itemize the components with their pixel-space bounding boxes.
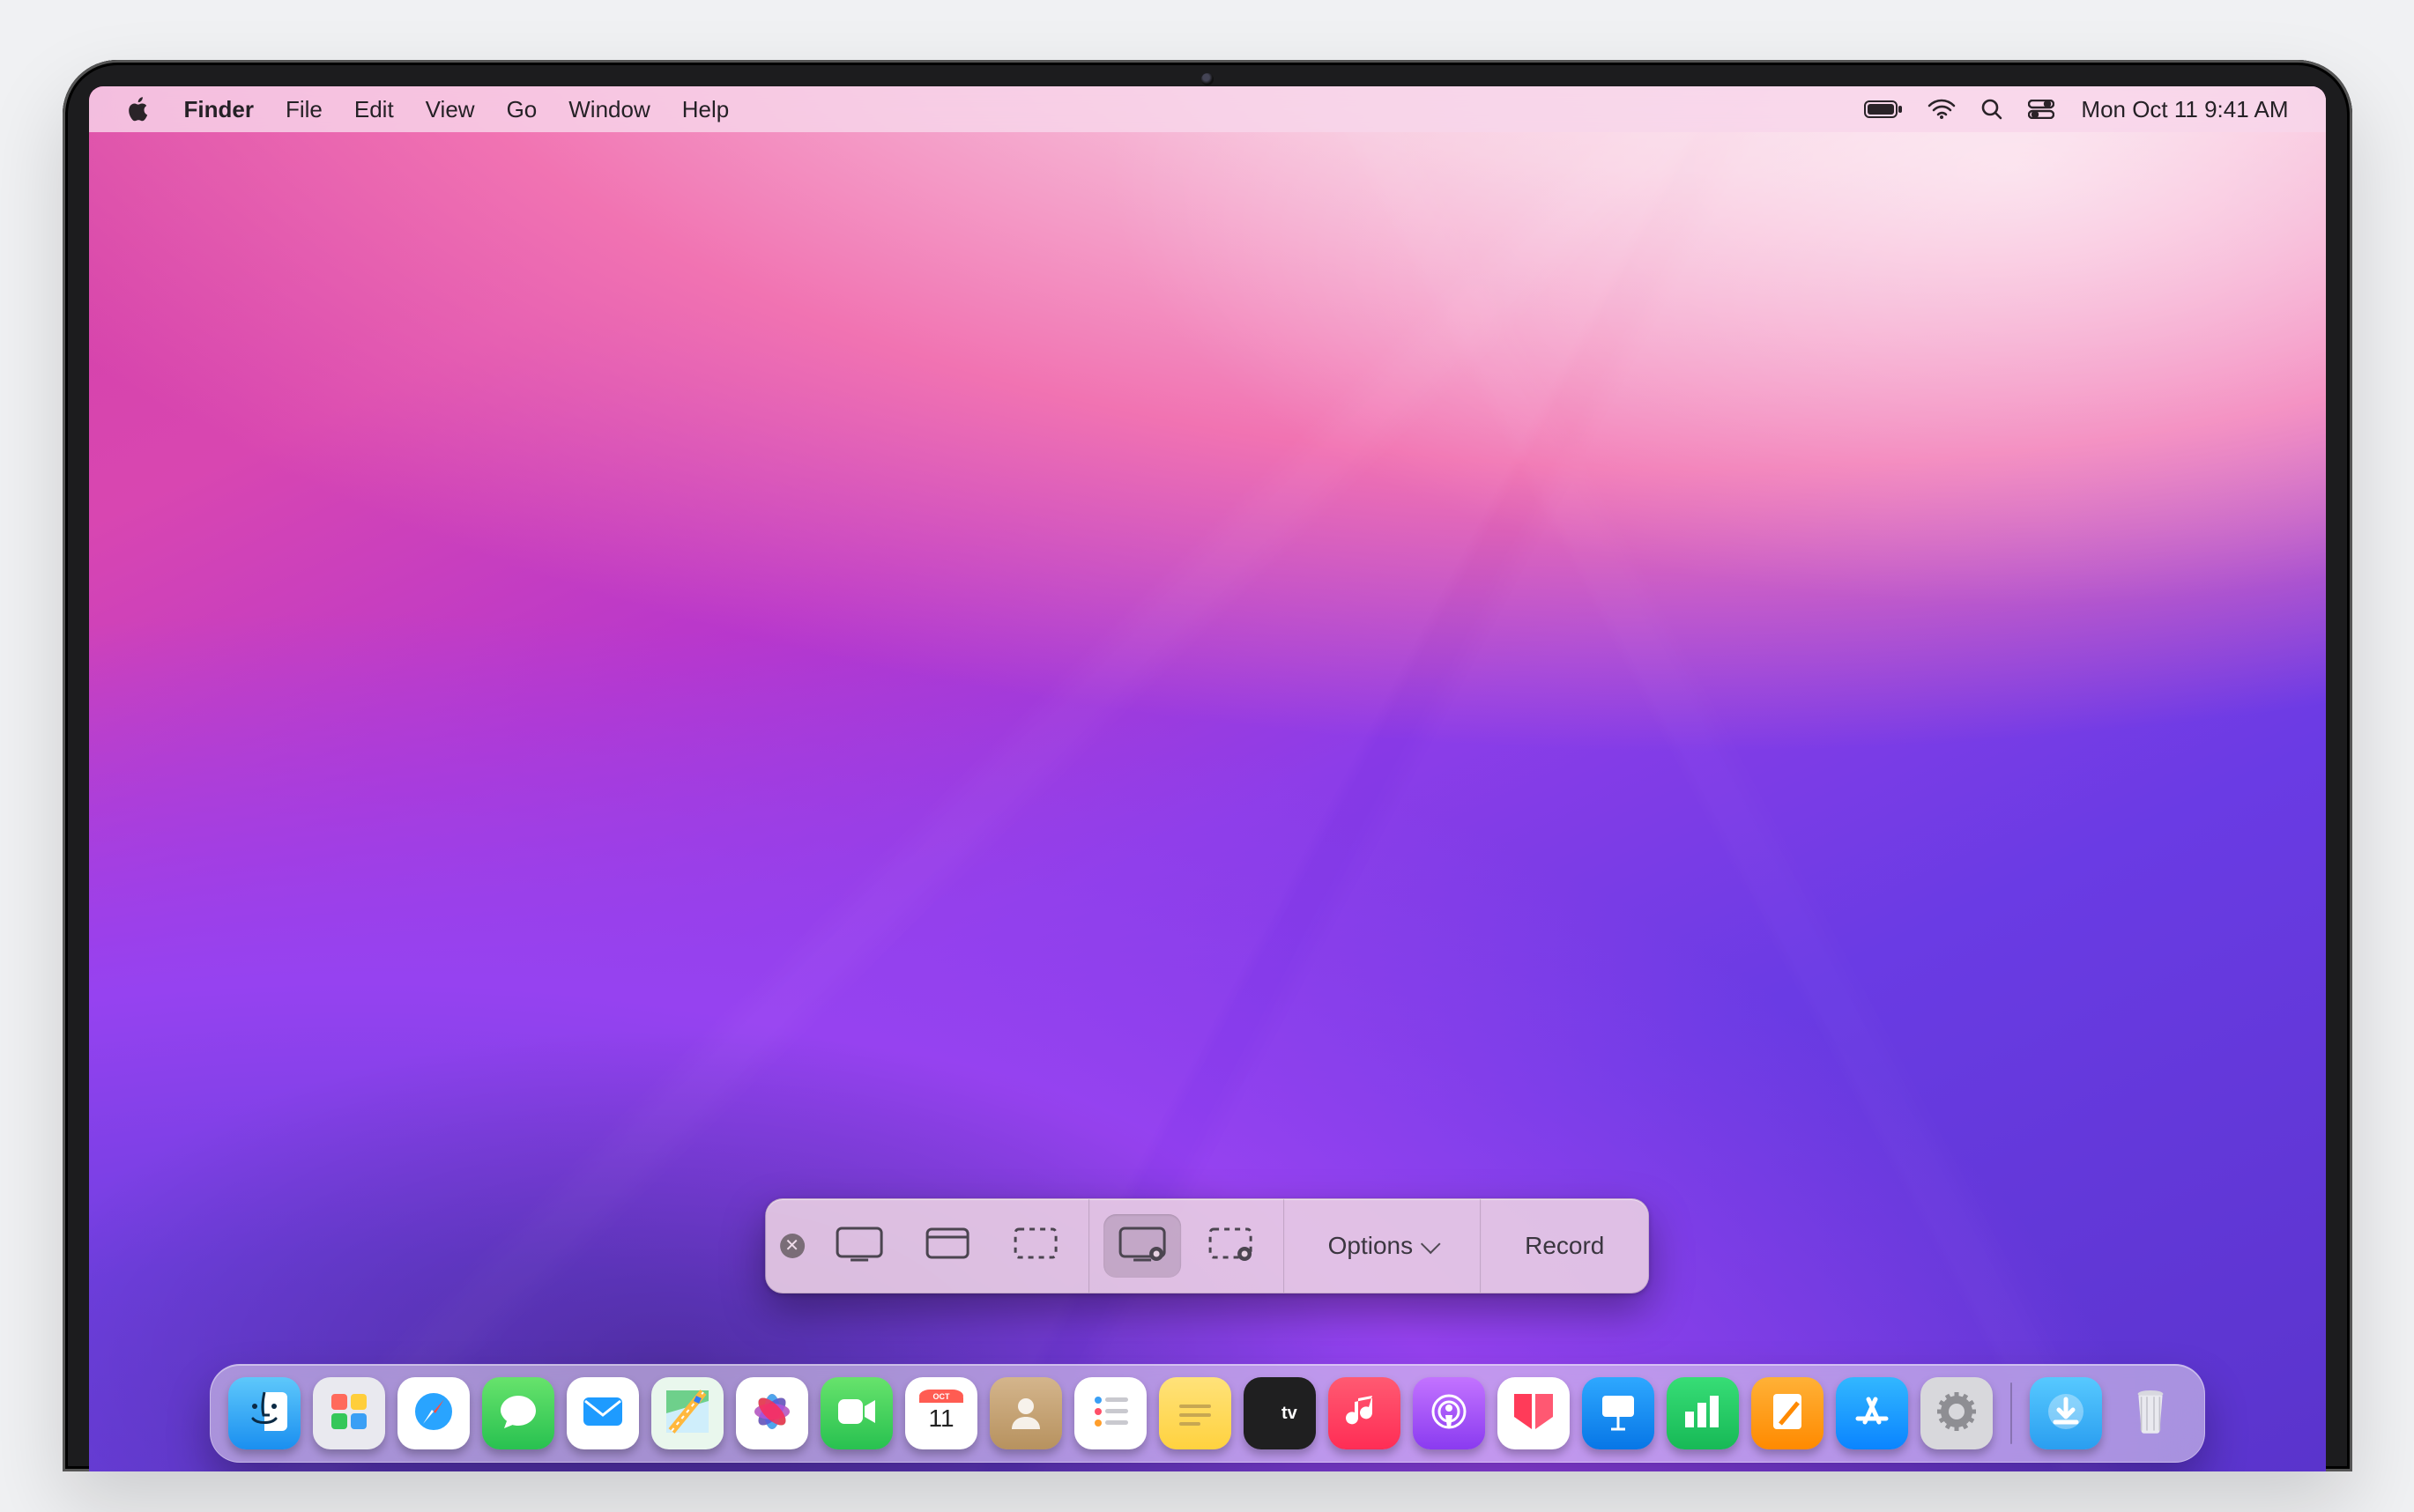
capture-entire-screen-button[interactable] <box>821 1214 898 1278</box>
dock-app-safari[interactable] <box>397 1377 470 1449</box>
screenshot-record-button[interactable]: Record <box>1495 1232 1634 1260</box>
capture-selection-button[interactable] <box>997 1214 1074 1278</box>
wifi-status[interactable] <box>1915 86 1968 132</box>
dock-app-photos[interactable] <box>736 1377 808 1449</box>
spotlight-search[interactable] <box>1968 86 2016 132</box>
dock-app-podcasts[interactable] <box>1413 1377 1485 1449</box>
contacts-icon <box>1001 1387 1051 1441</box>
keynote-icon <box>1593 1387 1643 1441</box>
messages-icon <box>494 1387 543 1441</box>
screenshot-close-button[interactable]: ✕ <box>780 1234 805 1258</box>
menu-go[interactable]: Go <box>491 86 553 132</box>
dock-app-launchpad[interactable] <box>313 1377 385 1449</box>
dock-app-pages[interactable] <box>1751 1377 1823 1449</box>
screen: Finder File Edit View Go Window Help <box>89 86 2326 1471</box>
dock-app-music[interactable] <box>1328 1377 1400 1449</box>
selection-icon <box>1011 1224 1060 1269</box>
record-selection-icon <box>1206 1224 1255 1269</box>
photos-icon <box>747 1387 797 1441</box>
dock-app-contacts[interactable] <box>990 1377 1062 1449</box>
menu-bar-clock[interactable]: Mon Oct 11 9:41 AM <box>2067 86 2300 132</box>
svg-text:11: 11 <box>928 1405 954 1432</box>
macbook-frame: Finder File Edit View Go Window Help <box>63 60 2352 1471</box>
app-name-menu[interactable]: Finder <box>168 86 270 132</box>
screen-icon <box>835 1224 884 1269</box>
dock-app-calendar[interactable]: OCT 11 <box>905 1377 977 1449</box>
safari-icon <box>409 1387 458 1441</box>
notes-icon <box>1170 1387 1220 1441</box>
svg-text:tv: tv <box>1281 1404 1298 1423</box>
launchpad-icon <box>324 1387 374 1441</box>
capture-window-button[interactable] <box>909 1214 986 1278</box>
music-icon <box>1340 1387 1389 1441</box>
dock-container: OCT 11 tv <box>210 1364 2205 1463</box>
finder-icon <box>240 1387 289 1441</box>
menu-file[interactable]: File <box>270 86 338 132</box>
menu-edit[interactable]: Edit <box>338 86 410 132</box>
menu-view[interactable]: View <box>410 86 491 132</box>
svg-text:OCT: OCT <box>932 1392 950 1401</box>
dock: OCT 11 tv <box>210 1364 2205 1463</box>
battery-status[interactable] <box>1852 86 1915 132</box>
dock-app-trash[interactable] <box>2114 1377 2187 1449</box>
apple-menu[interactable] <box>110 86 168 132</box>
news-icon <box>1509 1387 1558 1441</box>
dock-app-appstore[interactable] <box>1836 1377 1908 1449</box>
mail-icon <box>578 1387 628 1441</box>
dock-app-messages[interactable] <box>482 1377 554 1449</box>
dock-app-maps[interactable] <box>651 1377 724 1449</box>
dock-app-appletv[interactable]: tv <box>1244 1377 1316 1449</box>
control-center[interactable] <box>2016 86 2067 132</box>
battery-icon <box>1864 100 1903 119</box>
podcasts-icon <box>1424 1387 1474 1441</box>
dock-app-reminders[interactable] <box>1074 1377 1147 1449</box>
record-entire-screen-button[interactable] <box>1103 1214 1181 1278</box>
calendar-icon: OCT 11 <box>917 1387 966 1441</box>
wifi-icon <box>1927 99 1956 120</box>
maps-icon <box>663 1387 712 1441</box>
search-icon <box>1980 98 2003 121</box>
dock-app-finder[interactable] <box>228 1377 301 1449</box>
downloads-icon <box>2041 1387 2091 1441</box>
dock-app-news[interactable] <box>1497 1377 1570 1449</box>
screenshot-options-menu[interactable]: Options <box>1298 1232 1467 1260</box>
options-label: Options <box>1328 1232 1414 1260</box>
dock-app-numbers[interactable] <box>1667 1377 1739 1449</box>
record-screen-icon <box>1118 1224 1167 1269</box>
facetime-icon <box>832 1387 881 1441</box>
dock-app-settings[interactable] <box>1920 1377 1993 1449</box>
menu-help[interactable]: Help <box>666 86 745 132</box>
dock-app-notes[interactable] <box>1159 1377 1231 1449</box>
dock-app-downloads[interactable] <box>2030 1377 2102 1449</box>
numbers-icon <box>1678 1387 1727 1441</box>
record-selection-button[interactable] <box>1192 1214 1269 1278</box>
dock-separator <box>2010 1382 2012 1444</box>
settings-icon <box>1932 1387 1981 1441</box>
close-icon: ✕ <box>784 1237 799 1255</box>
screenshot-toolbar: ✕ <box>765 1198 1650 1293</box>
control-center-icon <box>2028 100 2054 119</box>
dock-app-keynote[interactable] <box>1582 1377 1654 1449</box>
appstore-icon <box>1847 1387 1897 1441</box>
camera-notch <box>1201 73 1214 85</box>
menu-bar: Finder File Edit View Go Window Help <box>89 86 2326 132</box>
trash-icon <box>2126 1387 2175 1441</box>
apple-logo-icon <box>126 96 152 122</box>
reminders-icon <box>1086 1387 1135 1441</box>
dock-app-facetime[interactable] <box>821 1377 893 1449</box>
dock-app-mail[interactable] <box>567 1377 639 1449</box>
menu-window[interactable]: Window <box>553 86 665 132</box>
appletv-icon: tv <box>1255 1387 1304 1441</box>
pages-icon <box>1763 1387 1812 1441</box>
window-icon <box>923 1224 972 1269</box>
record-label: Record <box>1525 1232 1604 1260</box>
